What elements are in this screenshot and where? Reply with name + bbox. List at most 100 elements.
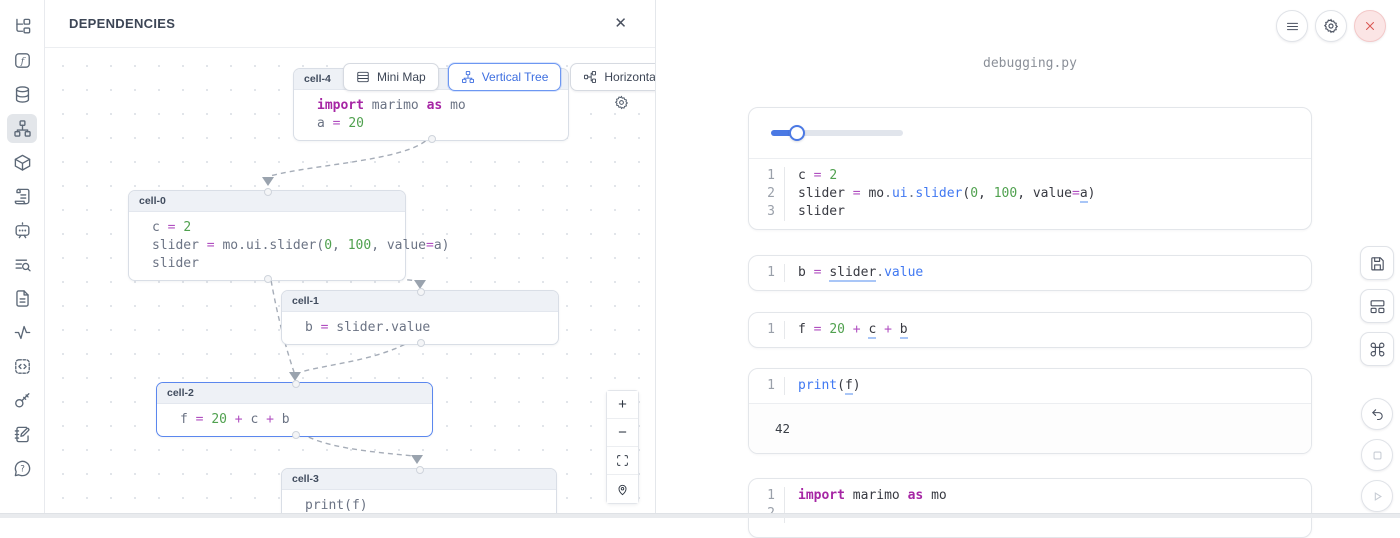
- keyboard-shortcuts-button[interactable]: [1360, 332, 1394, 366]
- function-icon: f: [13, 51, 32, 70]
- node-title: cell-0: [129, 191, 405, 212]
- notebook-filename[interactable]: debugging.py: [748, 56, 1312, 71]
- minimap-button[interactable]: Mini Map: [343, 63, 439, 91]
- svg-text:f: f: [19, 56, 25, 67]
- graph-node-cell-2[interactable]: cell-2 f = 20 + c + b: [156, 382, 433, 437]
- node-title: cell-3: [282, 469, 556, 490]
- horizontal-tree-icon: [583, 70, 597, 84]
- activity-icon: [13, 323, 32, 342]
- save-button[interactable]: [1360, 246, 1394, 280]
- scroll-icon: [13, 187, 32, 206]
- sidebar-item-file-tree[interactable]: [7, 12, 37, 41]
- node-code: print(f): [282, 490, 556, 513]
- graph-settings-button[interactable]: [614, 95, 629, 115]
- console-output: 42: [749, 403, 1311, 453]
- graph-node-cell-1[interactable]: cell-1 b = slider.value: [281, 290, 559, 345]
- layout-toggle-button[interactable]: [1360, 289, 1394, 323]
- notebook-topbar: [1276, 10, 1386, 42]
- sidebar-item-logs[interactable]: [7, 182, 37, 211]
- notebook-pen-icon: [13, 425, 32, 444]
- fit-view-button[interactable]: [607, 447, 638, 475]
- bottom-edge: [0, 513, 1400, 518]
- file-text-icon: [13, 289, 32, 308]
- save-icon: [1369, 255, 1386, 272]
- vertical-tree-button[interactable]: Vertical Tree: [448, 63, 562, 91]
- key-icon: [13, 391, 32, 410]
- zoom-out-button[interactable]: −: [607, 419, 638, 447]
- cell-card-print[interactable]: 1print(f) 42: [748, 368, 1312, 454]
- sidebar-item-secrets[interactable]: [7, 386, 37, 415]
- close-panel-button[interactable]: ✕: [614, 16, 627, 31]
- undo-icon: [1370, 407, 1385, 422]
- sidebar-item-code-snippets[interactable]: [7, 352, 37, 381]
- zoom-in-button[interactable]: +: [607, 391, 638, 419]
- cell-editor[interactable]: 1c = 22slider = mo.ui.slider(0, 100, val…: [749, 158, 1311, 229]
- sidebar-item-datasources[interactable]: [7, 80, 37, 109]
- cell-editor[interactable]: 1import marimo as mo2: [749, 479, 1311, 531]
- node-code: b = slider.value: [282, 312, 558, 344]
- help-icon: ?: [13, 459, 32, 478]
- slider-thumb[interactable]: [789, 125, 805, 141]
- graph-zoom-controls: + −: [606, 390, 639, 504]
- sidebar-item-documentation[interactable]: [7, 284, 37, 313]
- dependencies-header: DEPENDENCIES ✕: [45, 0, 655, 48]
- hamburger-icon: [1285, 19, 1300, 34]
- network-graph-icon: [13, 119, 32, 138]
- graph-node-cell-3[interactable]: cell-3 print(f): [281, 468, 557, 513]
- sidebar-item-dependency-graph[interactable]: [7, 114, 37, 143]
- sidebar-item-help[interactable]: ?: [7, 454, 37, 483]
- cell-card-f[interactable]: 1f = 20 + c + b: [748, 312, 1312, 348]
- gear-icon: [1323, 18, 1339, 34]
- shutdown-button[interactable]: [1354, 10, 1386, 42]
- graph-node-cell-0[interactable]: cell-0 c = 2slider = mo.ui.slider(0, 100…: [128, 190, 406, 281]
- svg-text:?: ?: [20, 465, 25, 475]
- sidebar-item-ai-chat[interactable]: [7, 216, 37, 245]
- graph-view-toolbar: Mini Map Vertical Tree Horizontal Tree: [343, 63, 655, 91]
- map-pin-icon: [616, 483, 629, 496]
- panel-title: DEPENDENCIES: [69, 16, 175, 31]
- undo-button[interactable]: [1361, 398, 1393, 430]
- node-title: cell-1: [282, 291, 558, 312]
- sidebar-item-scratchpad[interactable]: [7, 420, 37, 449]
- code-box-icon: [13, 357, 32, 376]
- database-icon: [13, 85, 32, 104]
- dependency-graph-canvas[interactable]: Mini Map Vertical Tree Horizontal Tree c…: [45, 48, 655, 513]
- lock-position-button[interactable]: [607, 475, 638, 503]
- sidebar-item-packages[interactable]: [7, 148, 37, 177]
- slider-widget[interactable]: [771, 125, 903, 141]
- action-rail: [1360, 246, 1394, 512]
- menu-button[interactable]: [1276, 10, 1308, 42]
- cell-card-b[interactable]: 1b = slider.value: [748, 255, 1312, 291]
- cell-editor[interactable]: 1print(f): [749, 369, 1311, 403]
- cell-output-area: [749, 108, 1311, 158]
- command-icon: [1369, 341, 1386, 358]
- node-code: c = 2slider = mo.ui.slider(0, 100, value…: [129, 212, 405, 280]
- sidebar-item-snippets-search[interactable]: [7, 250, 37, 279]
- node-code: import marimo as moa = 20: [294, 90, 568, 140]
- activity-sidebar: f ?: [0, 0, 45, 513]
- cell-editor[interactable]: 1f = 20 + c + b: [749, 313, 1311, 347]
- node-title: cell-2: [157, 383, 432, 404]
- vertical-tree-icon: [461, 70, 475, 84]
- cell-editor[interactable]: 1b = slider.value: [749, 256, 1311, 290]
- fit-view-icon: [616, 454, 629, 467]
- layout-icon: [1369, 298, 1386, 315]
- settings-button[interactable]: [1315, 10, 1347, 42]
- stop-button[interactable]: [1361, 439, 1393, 471]
- stop-icon: [1370, 448, 1385, 463]
- gear-icon: [614, 95, 629, 110]
- dependencies-panel: DEPENDENCIES ✕ Mini Map: [45, 0, 656, 513]
- horizontal-tree-button[interactable]: Horizontal Tree: [570, 63, 655, 91]
- play-icon: [1370, 489, 1385, 504]
- minimap-icon: [356, 70, 370, 84]
- sidebar-item-functions[interactable]: f: [7, 46, 37, 75]
- close-icon: [1363, 19, 1377, 33]
- node-code: f = 20 + c + b: [157, 404, 432, 436]
- cell-card-import[interactable]: 1import marimo as mo2: [748, 478, 1312, 538]
- sidebar-item-tracing[interactable]: [7, 318, 37, 347]
- package-icon: [13, 153, 32, 172]
- cell-card-slider[interactable]: 1c = 22slider = mo.ui.slider(0, 100, val…: [748, 107, 1312, 230]
- file-tree-icon: [13, 17, 32, 36]
- list-search-icon: [13, 255, 32, 274]
- run-button[interactable]: [1361, 480, 1393, 512]
